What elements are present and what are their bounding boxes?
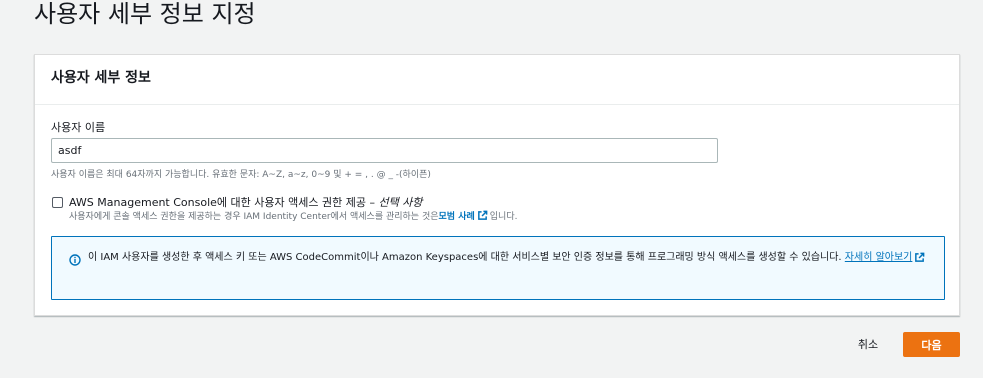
console-desc-text: 사용자에게 콘솔 액세스 권한을 제공하는 경우 IAM Identity Ce… [69, 212, 439, 222]
next-button[interactable]: 다음 [903, 332, 960, 357]
external-link-icon[interactable] [914, 252, 925, 263]
console-access-label[interactable]: AWS Management Console에 대한 사용자 액세스 권한 제공… [69, 194, 422, 210]
external-link-icon[interactable] [477, 210, 488, 221]
info-icon [69, 254, 81, 266]
console-desc-suffix: 입니다. [489, 212, 518, 222]
learn-more-link[interactable]: 자세히 알아보기 [845, 252, 913, 263]
cancel-button[interactable]: 취소 [848, 334, 888, 354]
console-access-description: 사용자에게 콘솔 액세스 권한을 제공하는 경우 IAM Identity Ce… [69, 209, 517, 222]
panel-header: 사용자 세부 정보 [35, 55, 959, 105]
info-message: 이 IAM 사용자를 생성한 후 액세스 키 또는 AWS CodeCommit… [88, 252, 845, 263]
info-alert: 이 IAM 사용자를 생성한 후 액세스 키 또는 AWS CodeCommit… [51, 236, 945, 300]
console-access-label-text: AWS Management Console에 대한 사용자 액세스 권한 제공… [69, 196, 379, 209]
best-practice-link[interactable]: 모범 사례 [439, 209, 475, 222]
info-text: 이 IAM 사용자를 생성한 후 액세스 키 또는 AWS CodeCommit… [88, 249, 930, 267]
optional-text: 선택 사항 [378, 196, 423, 209]
username-input[interactable] [51, 138, 718, 163]
user-details-panel: 사용자 세부 정보 사용자 이름 사용자 이름은 최대 64자까지 가능합니다.… [34, 54, 960, 316]
page-title: 사용자 세부 정보 지정 [34, 0, 256, 28]
username-label: 사용자 이름 [51, 121, 106, 134]
console-access-checkbox[interactable] [52, 197, 63, 208]
username-hint: 사용자 이름은 최대 64자까지 가능합니다. 유효한 문자: A~Z, a~z… [51, 170, 431, 180]
panel-title: 사용자 세부 정보 [51, 70, 151, 86]
